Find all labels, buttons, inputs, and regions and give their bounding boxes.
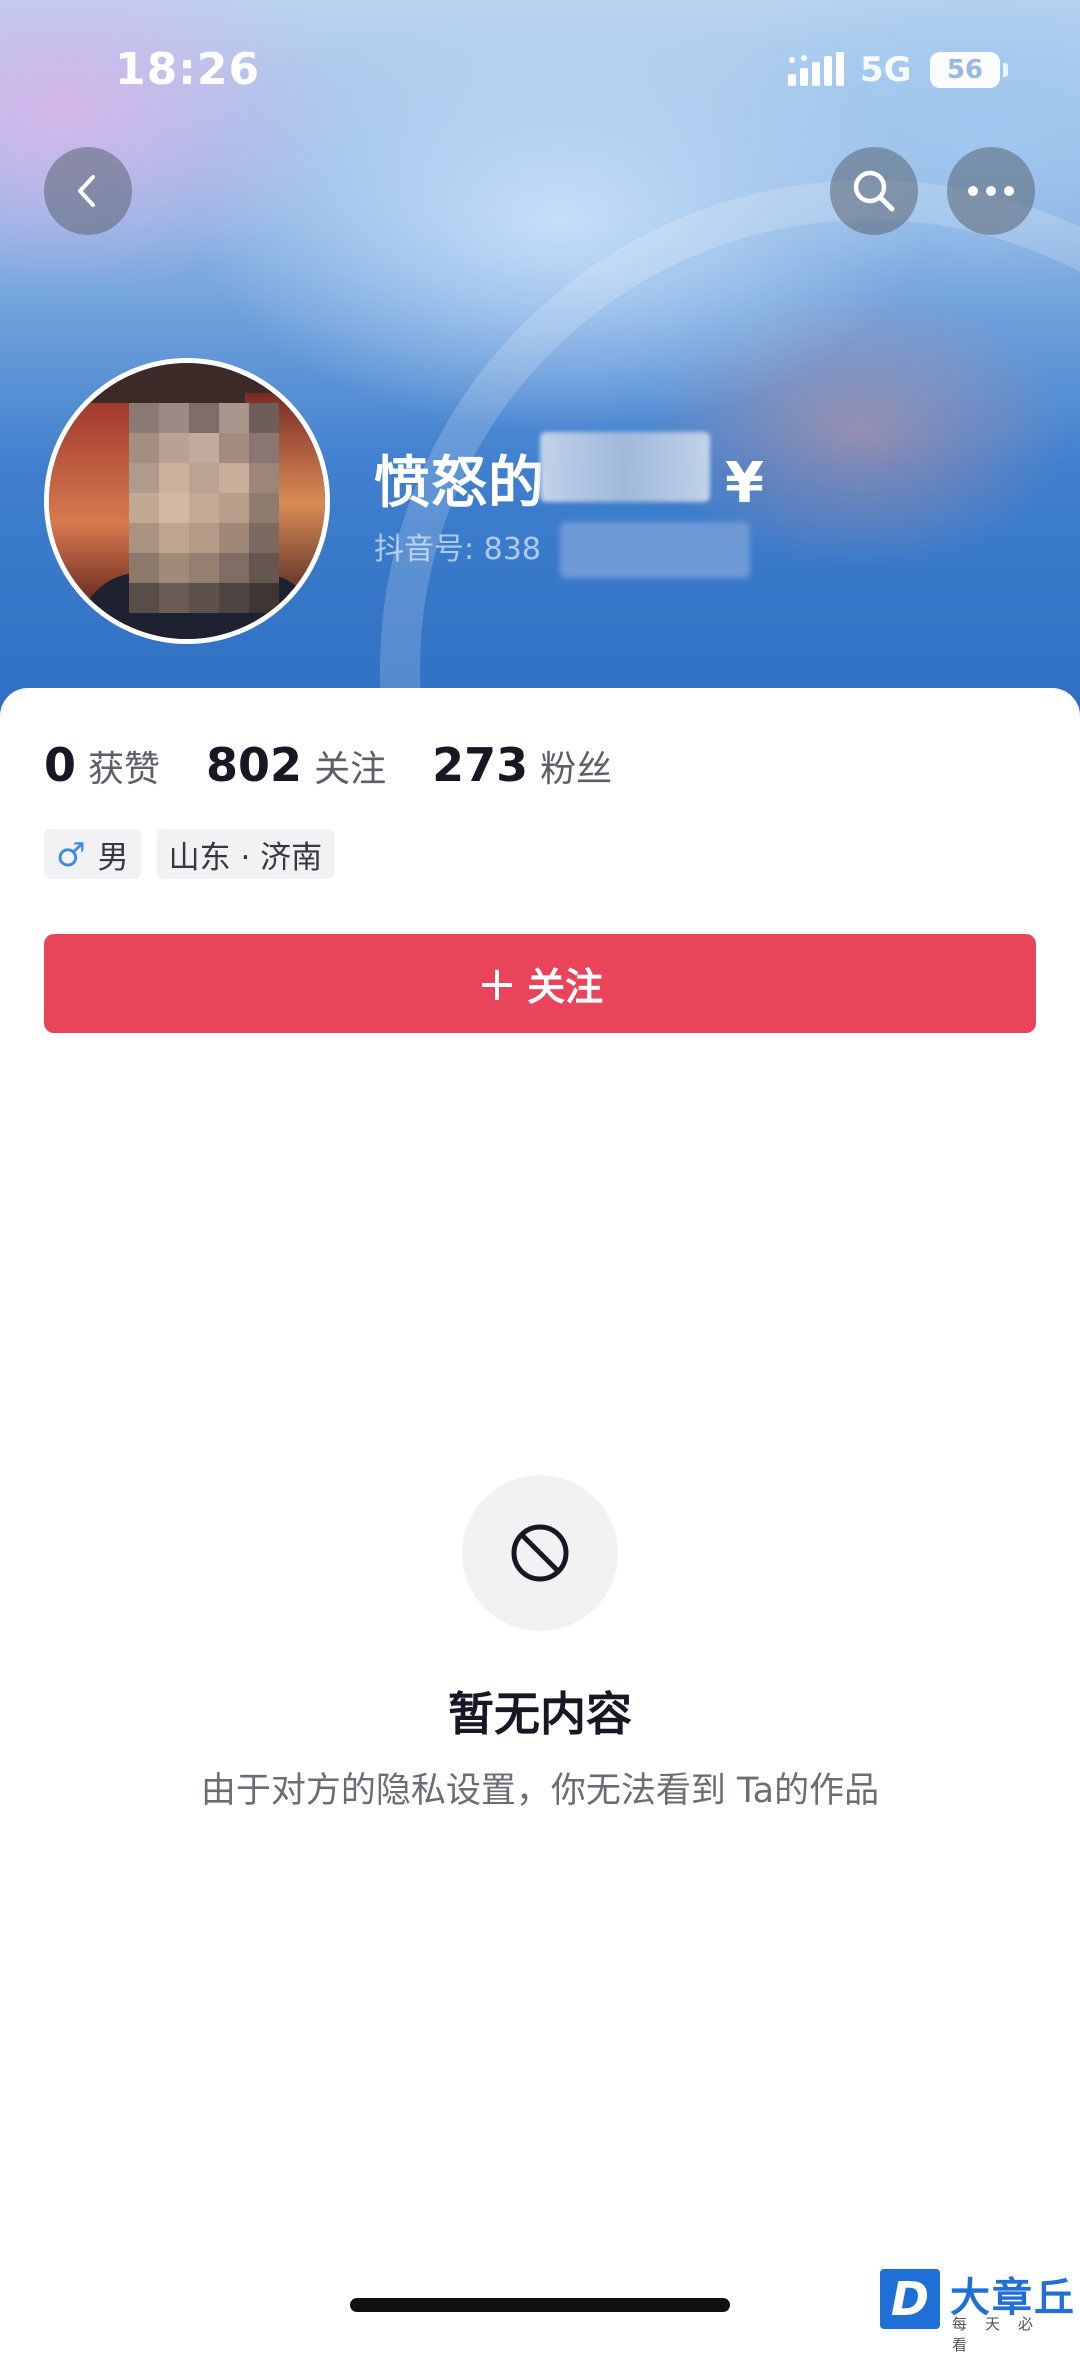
empty-state-description: 由于对方的隐私设置，你无法看到 Ta的作品: [200, 1771, 880, 1811]
profile-tags: ♂ 男 山东 · 济南: [44, 829, 350, 879]
profile-name-text: 愤怒的: [374, 451, 545, 516]
avatar-mosaic: [129, 403, 279, 639]
search-button[interactable]: [830, 147, 918, 235]
stat-likes: 0 获赞: [44, 738, 160, 792]
watermark: D 大章丘 每天必看: [880, 2265, 1080, 2354]
empty-state-icon-wrap: [462, 1475, 618, 1631]
empty-state-title: 暂无内容: [448, 1687, 632, 1741]
no-entry-icon: [511, 1524, 569, 1582]
chevron-left-icon: [78, 175, 95, 207]
follow-button-label: 关注: [527, 965, 604, 1009]
gender-label: 男: [97, 839, 129, 876]
location-label: 山东 · 济南: [168, 839, 323, 876]
male-icon: ♂: [56, 834, 86, 874]
battery-tip: [1003, 63, 1008, 77]
battery-indicator: 56: [930, 52, 1000, 88]
more-dots-icon: [968, 186, 1014, 196]
stat-likes-value: 0: [44, 738, 77, 792]
status-time: 18:26: [115, 44, 261, 95]
more-options-button[interactable]: [947, 147, 1035, 235]
name-redaction: [540, 432, 710, 502]
stat-following-label: 关注: [314, 749, 387, 790]
stat-likes-label: 获赞: [88, 749, 161, 790]
stat-followers-value: 273: [432, 738, 529, 792]
stat-following[interactable]: 802 关注: [206, 738, 386, 792]
stat-following-value: 802: [206, 738, 303, 792]
stat-followers-label: 粉丝: [540, 749, 613, 790]
home-indicator[interactable]: [350, 2298, 730, 2312]
stats-row: 0 获赞 802 关注 273 粉丝: [44, 738, 658, 798]
plus-icon: +: [476, 955, 518, 1012]
follow-button[interactable]: + 关注: [44, 934, 1036, 1033]
avatar[interactable]: [44, 358, 330, 644]
douyin-id: 抖音号: 838: [374, 532, 541, 567]
back-button[interactable]: [44, 147, 132, 235]
network-type: 5G: [860, 50, 912, 90]
gender-tag: ♂ 男: [44, 829, 141, 879]
search-icon: [853, 170, 895, 212]
stat-followers[interactable]: 273 粉丝: [432, 738, 612, 792]
location-tag: 山东 · 济南: [156, 829, 335, 879]
signal-icon: [788, 52, 844, 86]
watermark-slogan: 每天必看: [952, 2315, 1052, 2354]
status-bar: 18:26 5G 56: [0, 0, 1080, 140]
watermark-logo: D: [880, 2269, 940, 2329]
profile-name-suffix: ¥: [725, 451, 765, 516]
id-redaction: [560, 522, 750, 578]
